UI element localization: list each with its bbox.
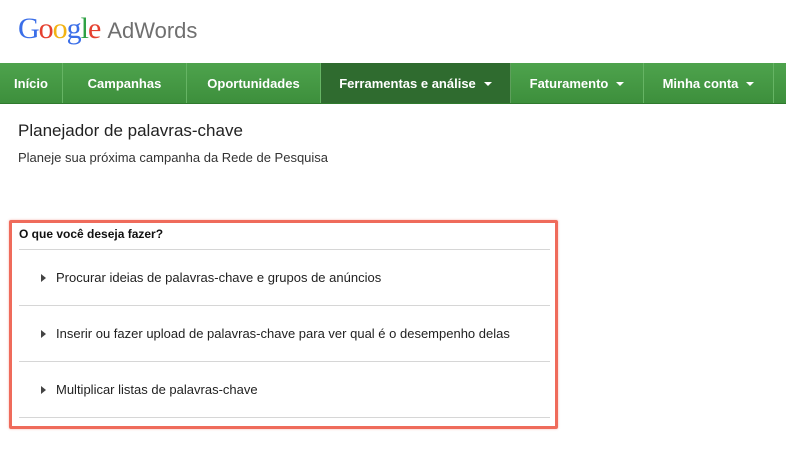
nav-tab-label: Minha conta xyxy=(662,75,739,91)
page-subtitle: Planeje sua próxima campanha da Rede de … xyxy=(18,150,329,165)
option-upload-keywords[interactable]: Inserir ou fazer upload de palavras-chav… xyxy=(19,306,550,361)
chevron-down-icon xyxy=(746,82,755,86)
option-label: Inserir ou fazer upload de palavras-chav… xyxy=(56,326,510,341)
nav-tab-ferramentas-e-analise[interactable]: Ferramentas e análise xyxy=(321,63,511,103)
nav-tab-campanhas[interactable]: Campanhas xyxy=(63,63,187,103)
google-wordmark: Google xyxy=(18,12,101,45)
expand-triangle-icon xyxy=(41,385,46,394)
options-panel: O que você deseja fazer? Procurar ideias… xyxy=(9,220,558,429)
nav-tab-minha-conta[interactable]: Minha conta xyxy=(644,63,774,103)
nav-tab-label: Início xyxy=(14,75,48,91)
google-adwords-logo[interactable]: Google AdWords xyxy=(18,12,197,48)
nav-tab-label: Oportunidades xyxy=(207,75,300,91)
nav-tab-faturamento[interactable]: Faturamento xyxy=(511,63,644,103)
chevron-down-icon xyxy=(483,82,492,86)
nav-tab-label: Campanhas xyxy=(87,75,162,91)
option-label: Procurar ideias de palavras-chave e grup… xyxy=(56,270,382,285)
panel-heading: O que você deseja fazer? xyxy=(19,227,164,241)
divider xyxy=(19,417,550,418)
header: Google AdWords xyxy=(0,0,786,63)
expand-triangle-icon xyxy=(41,329,46,338)
nav-tab-oportunidades[interactable]: Oportunidades xyxy=(187,63,321,103)
option-label: Multiplicar listas de palavras-chave xyxy=(56,382,258,397)
option-search-keyword-ideas[interactable]: Procurar ideias de palavras-chave e grup… xyxy=(19,250,550,305)
nav-tab-label: Faturamento xyxy=(529,75,609,91)
expand-triangle-icon xyxy=(41,273,46,282)
option-multiply-keyword-lists[interactable]: Multiplicar listas de palavras-chave xyxy=(19,362,550,417)
product-name: AdWords xyxy=(107,18,198,43)
nav-tab-label: Ferramentas e análise xyxy=(339,75,476,91)
chevron-down-icon xyxy=(616,82,625,86)
main-nav: Início Campanhas Oportunidades Ferrament… xyxy=(0,63,786,104)
nav-tab-inicio[interactable]: Início xyxy=(0,63,63,103)
page-title: Planejador de palavras-chave xyxy=(18,121,243,140)
